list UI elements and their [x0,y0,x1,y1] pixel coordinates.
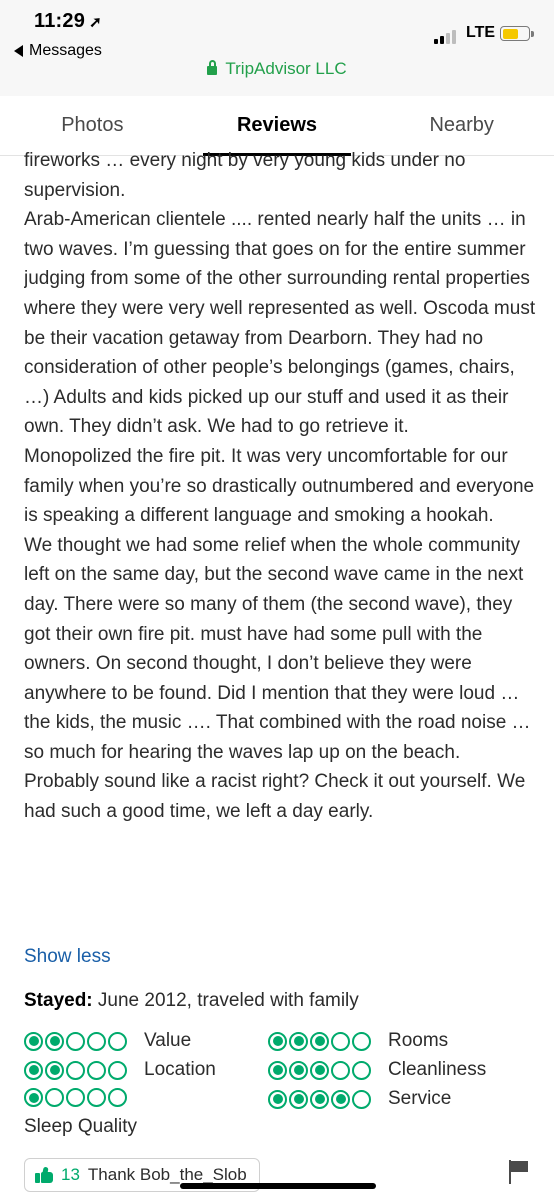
bubble-empty [108,1060,127,1080]
bubble-filled [289,1089,308,1109]
review-paragraph: Monopolized the fire pit. It was very un… [24,445,535,527]
bubble-empty [108,1031,127,1051]
home-indicator[interactable] [180,1183,376,1189]
rating-bubbles-icon [24,1060,130,1080]
bubble-empty [87,1031,106,1051]
review-paragraph: We thought we had some relief when the w… [24,534,531,763]
stayed-value: June 2012, traveled with family [97,990,359,1011]
rating-cleanliness: Cleanliness [268,1059,486,1081]
review-text: fireworks … every night by very young ki… [24,146,536,827]
bubble-empty [66,1060,85,1080]
rating-bubbles-icon [268,1089,374,1109]
rating-label: Rooms [388,1030,449,1051]
bubble-empty [331,1060,350,1080]
thank-count: 13 [61,1165,80,1184]
bubble-empty [352,1060,371,1080]
rating-label-sleep-quality: Sleep Quality [24,1116,138,1137]
bubble-empty [66,1031,85,1051]
location-arrow-icon: ➚ [89,14,102,31]
rating-bubbles-icon [268,1031,374,1051]
bubble-empty [331,1031,350,1051]
bubble-filled [268,1089,287,1109]
rating-label: Service [388,1088,452,1109]
bubble-filled [24,1031,43,1051]
bubble-filled [45,1031,64,1051]
battery-icon [500,26,534,41]
rating-sleep-quality [24,1088,130,1107]
site-identity[interactable]: TripAdvisor LLC [0,59,554,79]
bubble-filled [45,1060,64,1080]
lock-icon [207,60,218,75]
bubble-filled [268,1060,287,1080]
rating-label: Value [144,1030,192,1051]
status-time-text: 11:29 [34,10,86,32]
rating-label: Location [144,1059,216,1080]
back-to-messages[interactable]: Messages [14,42,102,60]
show-less-link[interactable]: Show less [24,946,111,968]
bubble-filled [289,1031,308,1051]
back-triangle-icon [14,45,23,57]
bubble-filled [331,1089,350,1109]
rating-bubbles-icon [24,1031,130,1051]
site-name: TripAdvisor LLC [225,59,347,78]
bubble-filled [289,1060,308,1080]
stayed-label: Stayed: [24,990,93,1011]
bubble-filled [24,1088,43,1107]
stay-info: Stayed: June 2012, traveled with family [24,990,359,1012]
bubble-filled [24,1060,43,1080]
bubble-empty [108,1088,127,1107]
review-paragraph: Arab-American clientele .... rented near… [24,209,536,438]
thumbs-up-icon [35,1166,53,1183]
browser-chrome: 11:29 ➚ Messages LTE TripAdvisor LLC [0,0,554,96]
rating-location: Location [24,1059,216,1081]
back-label: Messages [29,42,102,59]
bubble-filled [310,1060,329,1080]
bubble-empty [87,1060,106,1080]
network-type: LTE [466,24,496,41]
rating-value: Value [24,1030,191,1052]
rating-label: Cleanliness [388,1059,487,1080]
bubble-empty [87,1088,106,1107]
report-flag-icon[interactable] [508,1160,530,1184]
bubble-filled [268,1031,287,1051]
thank-text: Thank Bob_the_Slob [87,1165,247,1184]
review-paragraph: Probably sound like a racist right? Chec… [24,771,526,823]
rating-rooms: Rooms [268,1030,448,1052]
bubble-empty [352,1031,371,1051]
bubble-empty [66,1088,85,1107]
rating-bubbles-icon [268,1060,374,1080]
rating-service: Service [268,1088,451,1110]
bubble-empty [45,1088,64,1107]
bubble-empty [352,1089,371,1109]
status-time: 11:29 ➚ [34,10,102,33]
bubble-filled [310,1031,329,1051]
bubble-filled [310,1089,329,1109]
rating-bubbles-icon [24,1088,130,1107]
review-paragraph: fireworks … every night by very young ki… [24,150,466,201]
signal-strength-icon [434,30,456,44]
